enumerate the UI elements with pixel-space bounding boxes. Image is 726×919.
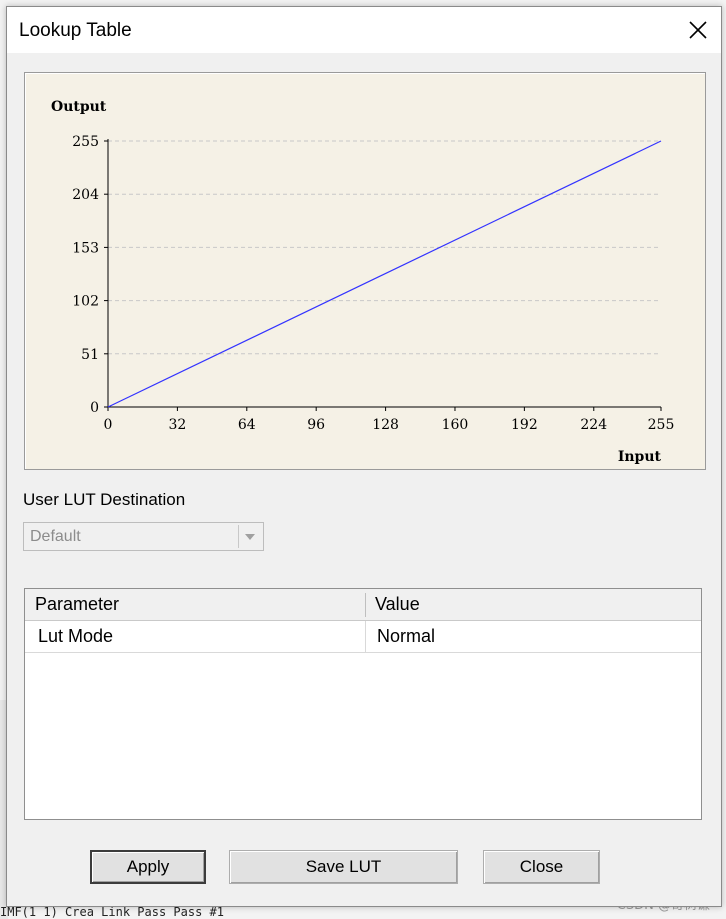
x-tick-label: 64 xyxy=(238,417,256,433)
dialog-title: Lookup Table xyxy=(19,20,132,41)
column-header-parameter[interactable]: Parameter xyxy=(35,589,119,620)
x-tick-label: 255 xyxy=(648,417,675,433)
cell-divider xyxy=(365,621,366,652)
x-tick-label: 224 xyxy=(580,417,607,433)
row-parameter-cell[interactable]: Lut Mode xyxy=(38,621,113,652)
title-bar[interactable]: Lookup Table xyxy=(7,7,721,53)
lut-destination-value: Default xyxy=(30,528,81,545)
row-value-cell[interactable]: Normal xyxy=(377,621,435,652)
grid-header: Parameter Value xyxy=(25,589,701,621)
table-row[interactable]: Lut Mode Normal xyxy=(25,621,701,653)
chart-gridlines xyxy=(108,140,661,355)
apply-button[interactable]: Apply xyxy=(90,850,206,884)
column-header-value[interactable]: Value xyxy=(375,589,420,620)
x-tick-label: 192 xyxy=(511,417,538,433)
close-icon xyxy=(689,21,707,39)
x-tick-label: 0 xyxy=(104,417,113,433)
lut-chart-panel: 0 51 102 153 204 255 0 32 64 96 128 160 192 224 255 Ou… xyxy=(24,72,706,470)
lut-chart: 0 51 102 153 204 255 0 32 64 96 128 160 192 224 255 Ou… xyxy=(51,99,674,465)
lut-destination-label: User LUT Destination xyxy=(23,490,186,509)
x-axis-label: Input xyxy=(618,449,662,465)
x-tick-label: 128 xyxy=(372,417,399,433)
y-tick-label: 102 xyxy=(72,294,99,310)
lut-destination-select[interactable]: Default xyxy=(23,522,264,551)
lookup-table-dialog: Lookup Table 0 51 102 153 204 255 0 32 64 96 128 16… xyxy=(6,6,722,907)
x-tick-label: 160 xyxy=(442,417,469,433)
x-tick-label: 32 xyxy=(168,417,186,433)
y-tick-label: 153 xyxy=(72,240,99,256)
dialog-client-area: 0 51 102 153 204 255 0 32 64 96 128 160 192 224 255 Ou… xyxy=(7,53,721,906)
y-tick-label: 204 xyxy=(72,187,99,203)
close-button[interactable]: Close xyxy=(483,850,600,884)
x-tick-label: 96 xyxy=(307,417,325,433)
chevron-down-icon xyxy=(245,533,255,540)
close-window-button[interactable] xyxy=(681,13,715,47)
y-tick-label: 51 xyxy=(81,347,99,363)
y-tick-label: 255 xyxy=(72,134,99,150)
save-lut-button[interactable]: Save LUT xyxy=(229,850,458,884)
y-tick-label: 0 xyxy=(90,400,99,416)
dropdown-button[interactable] xyxy=(238,525,261,548)
lut-curve-line xyxy=(107,140,662,408)
parameter-grid[interactable]: Parameter Value Lut Mode Normal xyxy=(24,588,702,820)
y-axis-label: Output xyxy=(51,99,107,115)
column-divider[interactable] xyxy=(365,593,366,617)
chart-series xyxy=(107,140,662,408)
chart-ticks: 0 51 102 153 204 255 0 32 64 96 128 160 192 224 255 xyxy=(72,134,674,433)
